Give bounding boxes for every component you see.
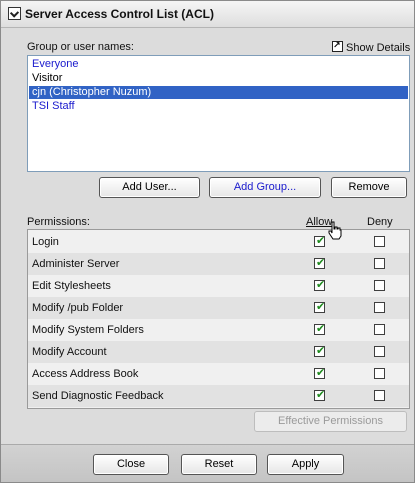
hand-cursor-icon — [328, 221, 342, 240]
deny-checkbox[interactable] — [374, 258, 385, 269]
permissions-label: Permissions: — [27, 216, 90, 228]
allow-checkbox[interactable]: ✔ — [314, 368, 325, 379]
checkmark-icon: ✔ — [316, 345, 326, 357]
checkmark-icon: ✔ — [316, 235, 326, 247]
permission-name: Modify /pub Folder — [32, 302, 124, 314]
checkmark-icon: ✔ — [316, 389, 326, 401]
list-item-label: Visitor — [32, 72, 63, 84]
deny-column-header: Deny — [367, 216, 393, 228]
list-item-label: TSI Staff — [32, 100, 75, 112]
allow-checkbox[interactable]: ✔ — [314, 258, 325, 269]
list-item[interactable]: Everyone — [29, 58, 408, 71]
title-bar[interactable]: Server Access Control List (ACL) — [1, 1, 414, 28]
user-list[interactable]: Everyone Visitor cjn (Christopher Nuzum)… — [27, 55, 410, 172]
effective-permissions-button[interactable]: Effective Permissions — [254, 411, 407, 432]
add-user-button[interactable]: Add User... — [99, 177, 200, 198]
allow-checkbox[interactable]: ✔ — [314, 324, 325, 335]
list-item[interactable]: Visitor — [29, 72, 408, 85]
deny-checkbox[interactable] — [374, 280, 385, 291]
permissions-table: Login ✔ Administer Server ✔ Edit Stylesh… — [27, 229, 410, 409]
list-item[interactable]: TSI Staff — [29, 100, 408, 113]
permission-name: Send Diagnostic Feedback — [32, 390, 164, 402]
list-item-label: cjn (Christopher Nuzum) — [32, 86, 152, 98]
deny-checkbox[interactable] — [374, 368, 385, 379]
apply-button[interactable]: Apply — [267, 454, 344, 475]
permission-name: Edit Stylesheets — [32, 280, 111, 292]
table-row: Access Address Book ✔ — [28, 363, 409, 385]
permission-name: Modify Account — [32, 346, 107, 358]
groups-label: Group or user names: — [27, 41, 134, 53]
allow-checkbox[interactable]: ✔ — [314, 280, 325, 291]
allow-checkbox[interactable]: ✔ — [314, 302, 325, 313]
show-details-label: Show Details — [346, 42, 411, 54]
deny-checkbox[interactable] — [374, 346, 385, 357]
permission-name: Administer Server — [32, 258, 120, 270]
remove-button[interactable]: Remove — [331, 177, 407, 198]
deny-checkbox[interactable] — [374, 390, 385, 401]
table-row: Login ✔ — [28, 231, 409, 253]
permission-name: Modify System Folders — [32, 324, 144, 336]
table-row: Modify /pub Folder ✔ — [28, 297, 409, 319]
checkmark-icon: ✔ — [316, 301, 326, 313]
permission-name: Access Address Book — [32, 368, 139, 380]
list-item-label: Everyone — [32, 58, 79, 70]
deny-checkbox[interactable] — [374, 236, 385, 247]
show-details-link[interactable]: Show Details — [332, 39, 411, 54]
permission-name: Login — [32, 236, 59, 248]
allow-checkbox[interactable]: ✔ — [314, 236, 325, 247]
allow-checkbox[interactable]: ✔ — [314, 346, 325, 357]
table-row: Modify System Folders ✔ — [28, 319, 409, 341]
table-row: Edit Stylesheets ✔ — [28, 275, 409, 297]
allow-checkbox[interactable]: ✔ — [314, 390, 325, 401]
checkmark-icon: ✔ — [316, 323, 326, 335]
checkbox-icon — [8, 7, 21, 20]
list-item-selected[interactable]: cjn (Christopher Nuzum) — [29, 86, 408, 99]
checkmark-icon: ✔ — [316, 257, 326, 269]
close-button[interactable]: Close — [93, 454, 169, 475]
deny-checkbox[interactable] — [374, 302, 385, 313]
table-row: Send Diagnostic Feedback ✔ — [28, 385, 409, 407]
window-title: Server Access Control List (ACL) — [25, 7, 214, 21]
checkmark-icon: ✔ — [316, 367, 326, 379]
table-row: Modify Account ✔ — [28, 341, 409, 363]
footer-bar: Close Reset Apply — [1, 445, 414, 482]
acl-dialog: Server Access Control List (ACL) Group o… — [0, 0, 415, 483]
add-group-button[interactable]: Add Group... — [209, 177, 321, 198]
expand-arrow-icon — [332, 39, 343, 52]
deny-checkbox[interactable] — [374, 324, 385, 335]
reset-button[interactable]: Reset — [181, 454, 257, 475]
table-row: Administer Server ✔ — [28, 253, 409, 275]
checkmark-icon: ✔ — [316, 279, 326, 291]
